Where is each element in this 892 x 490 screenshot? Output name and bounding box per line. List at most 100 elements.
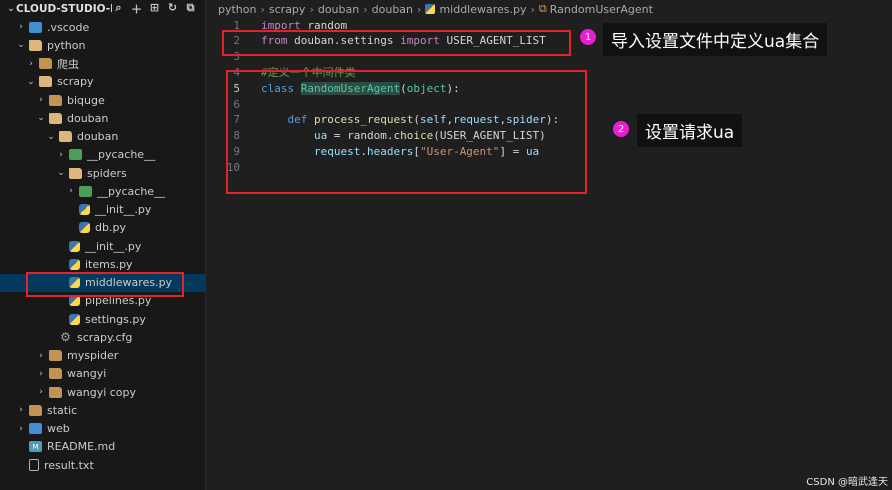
breadcrumb-separator-icon: › — [309, 2, 314, 16]
tree-item[interactable]: ⌄ douban — [0, 109, 241, 127]
tree-item-label: douban — [67, 111, 109, 125]
folder-icon — [39, 58, 52, 69]
annotation-badge-2: 2 — [613, 121, 629, 137]
folder-icon — [69, 167, 82, 179]
breadcrumb-item[interactable]: douban — [372, 3, 413, 16]
tree-item-label: wangyi copy — [67, 385, 137, 399]
folder-vscode-icon — [29, 423, 42, 434]
annotation-badge-1: 1 — [580, 29, 596, 45]
breadcrumb-item[interactable]: RandomUserAgent — [550, 3, 653, 16]
tree-item[interactable]: › static — [0, 401, 221, 419]
python-file-icon — [69, 240, 80, 252]
chevron-right-icon[interactable]: › — [26, 59, 36, 69]
tree-item-label: scrapy.cfg — [77, 330, 133, 344]
chevron-right-icon[interactable]: › — [16, 22, 26, 32]
tree-item-label: douban — [77, 130, 119, 143]
tree-item-label: biquge — [67, 93, 105, 107]
tree-item-label: __pycache__ — [87, 148, 156, 162]
python-file-icon — [69, 258, 80, 270]
chevron-right-icon[interactable]: › — [36, 95, 46, 105]
tree-item-label: python — [47, 38, 86, 52]
tree-item-label: result.txt — [44, 458, 94, 472]
tree-item-label: settings.py — [85, 312, 146, 326]
tree-item-label: __init__.py — [85, 239, 142, 253]
chevron-down-icon[interactable]: ⌄ — [36, 113, 46, 123]
tree-item[interactable]: result.txt — [0, 456, 221, 474]
explorer-actions: ⌕ ＋ ⊞ ↻ ⧉ — [112, 1, 205, 17]
folder-icon — [29, 39, 42, 51]
class-symbol-icon: ⧉ — [538, 2, 547, 15]
tree-item[interactable]: › myspider — [0, 347, 241, 365]
annotation-box-line2 — [222, 30, 571, 56]
folder-icon — [59, 131, 72, 142]
python-file-icon — [79, 222, 90, 234]
chevron-down-icon[interactable]: ⌄ — [26, 77, 36, 87]
new-folder-icon[interactable]: ⊞ — [148, 1, 161, 17]
markdown-file-icon: M — [29, 441, 42, 453]
breadcrumb-item[interactable]: middlewares.py — [439, 3, 526, 16]
annotation-callout-2: 设置请求ua — [637, 114, 743, 147]
breadcrumb-item[interactable]: douban — [318, 3, 359, 16]
annotation-box-selected-file — [26, 272, 184, 297]
chevron-right-icon[interactable]: › — [36, 369, 46, 379]
tree-item-label: myspider — [67, 349, 119, 362]
new-file-icon[interactable]: ＋ — [130, 1, 143, 17]
breadcrumb-separator-icon: › — [417, 2, 422, 16]
folder-icon — [49, 112, 62, 124]
tree-item-label: scrapy — [57, 75, 94, 89]
chevron-down-icon[interactable]: ⌄ — [56, 168, 66, 178]
tree-item[interactable]: › wangyi copy — [0, 383, 241, 401]
search-icon[interactable]: ⌕ — [112, 1, 125, 17]
tree-item-label: README.md — [47, 440, 116, 454]
chevron-down-icon[interactable]: ⌄ — [46, 132, 56, 142]
tree-item[interactable]: ⌄ python — [0, 36, 221, 54]
chevron-right-icon[interactable]: › — [16, 405, 26, 415]
tree-item-label: 爬虫 — [57, 57, 79, 71]
tree-item[interactable]: › wangyi — [0, 365, 241, 383]
breadcrumb-item[interactable]: scrapy — [269, 3, 306, 16]
folder-icon — [39, 76, 52, 88]
tree-item-label: items.py — [85, 257, 133, 271]
tree-item-label: static — [47, 403, 78, 417]
breadcrumb: python › scrapy › douban › douban › middlewares.… — [206, 0, 892, 18]
tree-item-label: wangyi — [67, 367, 107, 381]
folder-icon — [49, 368, 62, 380]
gear-icon: ⚙ — [60, 330, 71, 345]
breadcrumb-separator-icon: › — [363, 2, 368, 16]
tree-item[interactable]: ⌄ scrapy — [0, 73, 231, 91]
tree-item[interactable]: › .vscode — [0, 18, 221, 36]
annotation-callout-1: 导入设置文件中定义ua集合 — [603, 23, 828, 56]
folder-icon — [49, 350, 62, 361]
tree-item-label: web — [47, 422, 70, 435]
folder-icon — [49, 94, 62, 106]
tree-item-label: __init__.py — [95, 203, 152, 216]
collapse-icon[interactable]: ⧉ — [184, 1, 197, 17]
tree-item[interactable]: M README.md — [0, 438, 221, 456]
breadcrumb-item[interactable]: python — [218, 3, 256, 16]
chevron-right-icon[interactable]: › — [16, 424, 26, 434]
chevron-right-icon[interactable]: › — [66, 186, 76, 196]
folder-icon — [49, 386, 62, 398]
workspace-title[interactable]: CLOUD-STUDIO-P... — [16, 3, 112, 15]
folder-pycache-icon — [79, 185, 92, 197]
tree-item-label: .vscode — [47, 20, 90, 34]
refresh-icon[interactable]: ↻ — [166, 1, 179, 17]
python-file-icon — [79, 204, 90, 215]
tree-item[interactable]: › 爬虫 — [0, 55, 231, 73]
python-file-icon — [69, 313, 80, 325]
chevron-down-icon[interactable]: ⌄ — [16, 40, 26, 50]
text-file-icon — [29, 459, 39, 471]
explorer-sidebar: ⌄ CLOUD-STUDIO-P... ⌕ ＋ ⊞ ↻ ⧉ › .vscode ⌄ p… — [0, 0, 261, 490]
tree-item[interactable]: › web — [0, 420, 221, 438]
folder-vscode-icon — [29, 21, 42, 33]
folder-icon — [29, 404, 42, 416]
tree-item-label: spiders — [87, 166, 127, 180]
folder-pycache-icon — [69, 149, 82, 161]
explorer-header: ⌄ CLOUD-STUDIO-P... ⌕ ＋ ⊞ ↻ ⧉ — [0, 0, 205, 18]
chevron-right-icon[interactable]: › — [36, 351, 46, 361]
chevron-down-icon[interactable]: ⌄ — [6, 4, 16, 14]
chevron-right-icon[interactable]: › — [56, 150, 66, 160]
breadcrumb-separator-icon: › — [260, 2, 265, 16]
chevron-right-icon[interactable]: › — [36, 387, 46, 397]
tree-item[interactable]: › biquge — [0, 91, 241, 109]
